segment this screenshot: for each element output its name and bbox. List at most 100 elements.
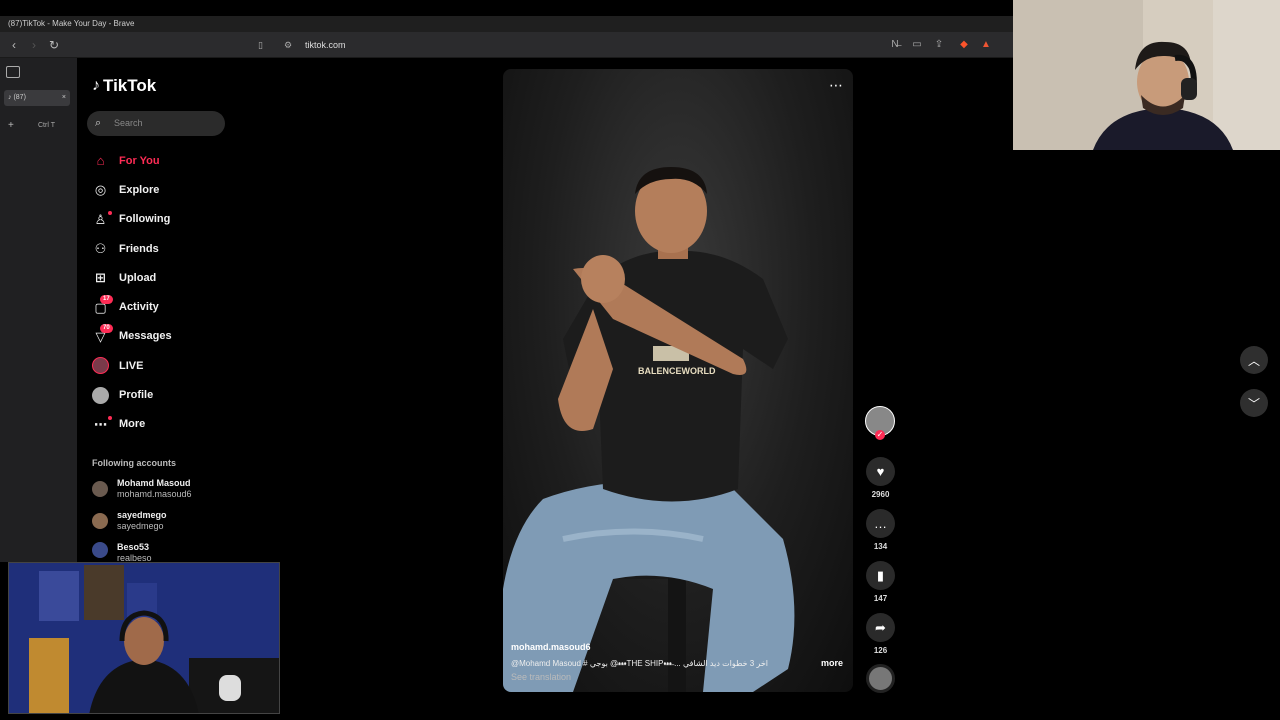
following-account[interactable]: sayedmego sayedmego — [92, 510, 167, 532]
nav-label: Activity — [119, 301, 159, 314]
new-tab-icon[interactable]: + — [8, 120, 14, 131]
chevron-down-icon: ﹀ — [1247, 396, 1260, 411]
close-tab-icon[interactable]: × — [62, 90, 66, 106]
nav-following[interactable]: ♙ Following — [92, 205, 172, 234]
avatar — [92, 513, 108, 529]
tiktok-logo[interactable]: ♪ TikTok — [92, 76, 156, 96]
notification-dot — [108, 210, 112, 215]
logo-text: TikTok — [103, 76, 157, 95]
video-frame: BALENCEWORLD — [503, 167, 795, 692]
share-icon[interactable]: ⇪ — [932, 38, 946, 52]
search-input[interactable]: ⌕ Search — [87, 111, 225, 136]
nav-messages[interactable]: ▽ 70 Messages — [92, 322, 172, 351]
nav-label: Explore — [119, 183, 160, 196]
webcam-overlay-bottom — [8, 562, 280, 714]
nav-for-you[interactable]: ⌂ For You — [92, 146, 172, 175]
save-action[interactable]: ▮ 147 — [866, 561, 895, 603]
nav-label: LIVE — [119, 359, 144, 372]
more-dots-icon: ⋯ — [92, 415, 112, 433]
nav-label: Friends — [119, 242, 159, 255]
webcam-overlay-top — [1013, 0, 1280, 150]
nav-label: Following — [119, 213, 171, 226]
previous-video-button[interactable]: ︿ — [1240, 346, 1268, 374]
browser-toolbar: ‹ › ↻ ▯ ⚙ tiktok.com N̶ ▭ ⇪ ◆ ▲ — [0, 32, 1013, 58]
compass-icon: ◎ — [94, 182, 107, 198]
account-handle: mohamd.masoud6 — [117, 489, 192, 499]
nav-profile[interactable]: Profile — [92, 380, 172, 409]
video-caption: @Mohamd Masoud # بوجي @•̶•̶•̶THE SHIP•̶•… — [511, 659, 769, 668]
user-follow-icon: ♙ — [92, 210, 112, 228]
bookmark-icon[interactable]: ▯ — [258, 35, 263, 55]
sidebar-toggle-icon[interactable] — [6, 66, 20, 78]
account-handle: realbeso — [117, 553, 152, 562]
follow-plus-icon[interactable]: ✓ — [875, 430, 885, 440]
avatar-icon — [92, 386, 109, 404]
nav-friends[interactable]: ⚇ Friends — [92, 234, 172, 263]
account-name: sayedmego — [117, 510, 167, 520]
account-name: Mohamd Masoud — [117, 478, 191, 488]
no-translate-icon[interactable]: N̶ — [888, 38, 902, 52]
like-action[interactable]: ♥ 2960 — [866, 457, 895, 499]
friends-icon: ⚇ — [94, 241, 107, 257]
comment-count: 134 — [873, 542, 888, 551]
avatar — [92, 542, 108, 558]
nav-more[interactable]: ⋯ More — [92, 410, 172, 439]
back-icon[interactable]: ‹ — [6, 37, 22, 53]
save-count: 147 — [873, 594, 888, 603]
tab-title: (87) — [13, 94, 26, 101]
following-account[interactable]: Mohamd Masoud mohamd.masoud6 — [92, 478, 192, 500]
shirt-brand-text: BALENCEWORLD — [638, 366, 716, 376]
video-more-options-icon[interactable]: ⋯ — [829, 77, 843, 94]
comment-icon[interactable]: … — [866, 509, 895, 538]
avatar — [92, 481, 108, 497]
address-bar[interactable]: ▯ ⚙ tiktok.com — [252, 35, 997, 55]
nav-label: More — [119, 418, 146, 431]
main-nav: ⌂ For You ◎ Explore ♙ Following ⚇ Friend… — [92, 146, 172, 439]
plus-square-icon: ⊞ — [95, 270, 106, 286]
next-video-button[interactable]: ﹀ — [1240, 389, 1268, 417]
nav-label: Profile — [119, 389, 154, 402]
tiktok-note-icon: ♪ — [92, 77, 100, 94]
nav-label: Upload — [119, 271, 157, 284]
window-title: (87)TikTok - Make Your Day - Brave — [8, 19, 135, 28]
tiktok-sidebar: ♪ TikTok ⌕ Search ⌂ For You ◎ Explore ♙ … — [77, 58, 277, 562]
video-author[interactable]: mohamd.masoud6 — [511, 642, 591, 652]
like-count: 2960 — [871, 490, 890, 499]
nav-explore[interactable]: ◎ Explore — [92, 175, 172, 204]
reload-icon[interactable]: ↻ — [46, 37, 62, 53]
inbox-icon: ▢ 17 — [92, 294, 113, 316]
bookmark-icon[interactable]: ▮ — [866, 561, 895, 590]
forward-icon[interactable]: › — [26, 37, 42, 53]
caption-more-link[interactable]: more — [821, 658, 843, 668]
brave-shields-icon[interactable]: ◆ — [957, 38, 971, 52]
window-title-bar: (87)TikTok - Make Your Day - Brave — [0, 16, 1013, 32]
url-text: tiktok.com — [305, 40, 346, 50]
music-disc-icon[interactable] — [866, 664, 895, 693]
nav-label: Messages — [119, 330, 172, 343]
search-placeholder: Search — [114, 118, 143, 128]
account-handle: sayedmego — [117, 521, 164, 531]
nav-live[interactable]: LIVE — [92, 351, 172, 380]
nav-upload[interactable]: ⊞ Upload — [92, 263, 172, 292]
vertical-tab-strip: ♪ (87) × + Ctrl T — [0, 58, 77, 562]
site-info-icon[interactable]: ⚙ — [284, 35, 292, 55]
share-arrow-icon[interactable]: ➦ — [866, 613, 895, 642]
following-account[interactable]: Beso53 realbeso — [92, 542, 152, 562]
heart-icon[interactable]: ♥ — [866, 457, 895, 486]
search-icon: ⌕ — [95, 117, 102, 129]
live-icon — [92, 357, 109, 375]
nav-activity[interactable]: ▢ 17 Activity — [92, 292, 172, 321]
cast-icon[interactable]: ▭ — [910, 38, 924, 52]
browser-tab[interactable]: ♪ (87) × — [4, 90, 70, 106]
brave-rewards-icon[interactable]: ▲ — [979, 38, 993, 52]
activity-badge: 17 — [100, 294, 113, 304]
send-icon: ▽ 70 — [92, 323, 113, 345]
video-player[interactable]: BALENCEWORLD ⋯ mohamd.masoud6 @Mohamd Ma… — [503, 69, 853, 692]
following-accounts-title: Following accounts — [92, 458, 177, 468]
comment-action[interactable]: … 134 — [866, 509, 895, 551]
home-icon: ⌂ — [96, 153, 105, 169]
nav-label: For You — [119, 154, 160, 167]
share-action[interactable]: ➦ 126 — [866, 613, 895, 655]
new-tab-shortcut: Ctrl T — [38, 122, 55, 129]
see-translation-link[interactable]: See translation — [511, 672, 571, 682]
